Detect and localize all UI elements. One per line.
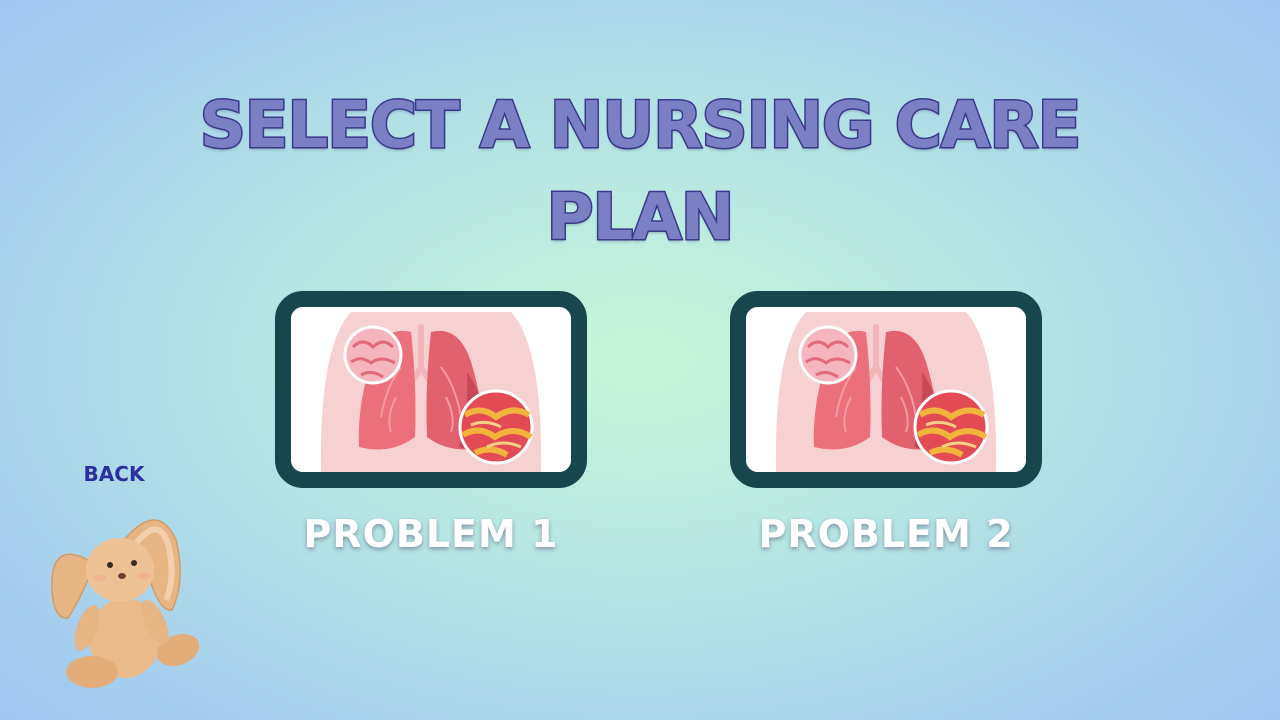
problem-1-card[interactable] xyxy=(275,291,587,488)
bunny-plush-icon[interactable] xyxy=(40,500,205,700)
lungs-illustration xyxy=(746,307,1026,472)
problem-1-label[interactable]: PROBLEM 1 xyxy=(275,512,587,556)
lungs-illustration xyxy=(291,307,571,472)
problem-2-card[interactable] xyxy=(730,291,1042,488)
back-button[interactable]: BACK xyxy=(64,462,164,486)
problem-2-label[interactable]: PROBLEM 2 xyxy=(730,512,1042,556)
page-title: SELECT A NURSING CARE PLAN xyxy=(198,88,1083,257)
